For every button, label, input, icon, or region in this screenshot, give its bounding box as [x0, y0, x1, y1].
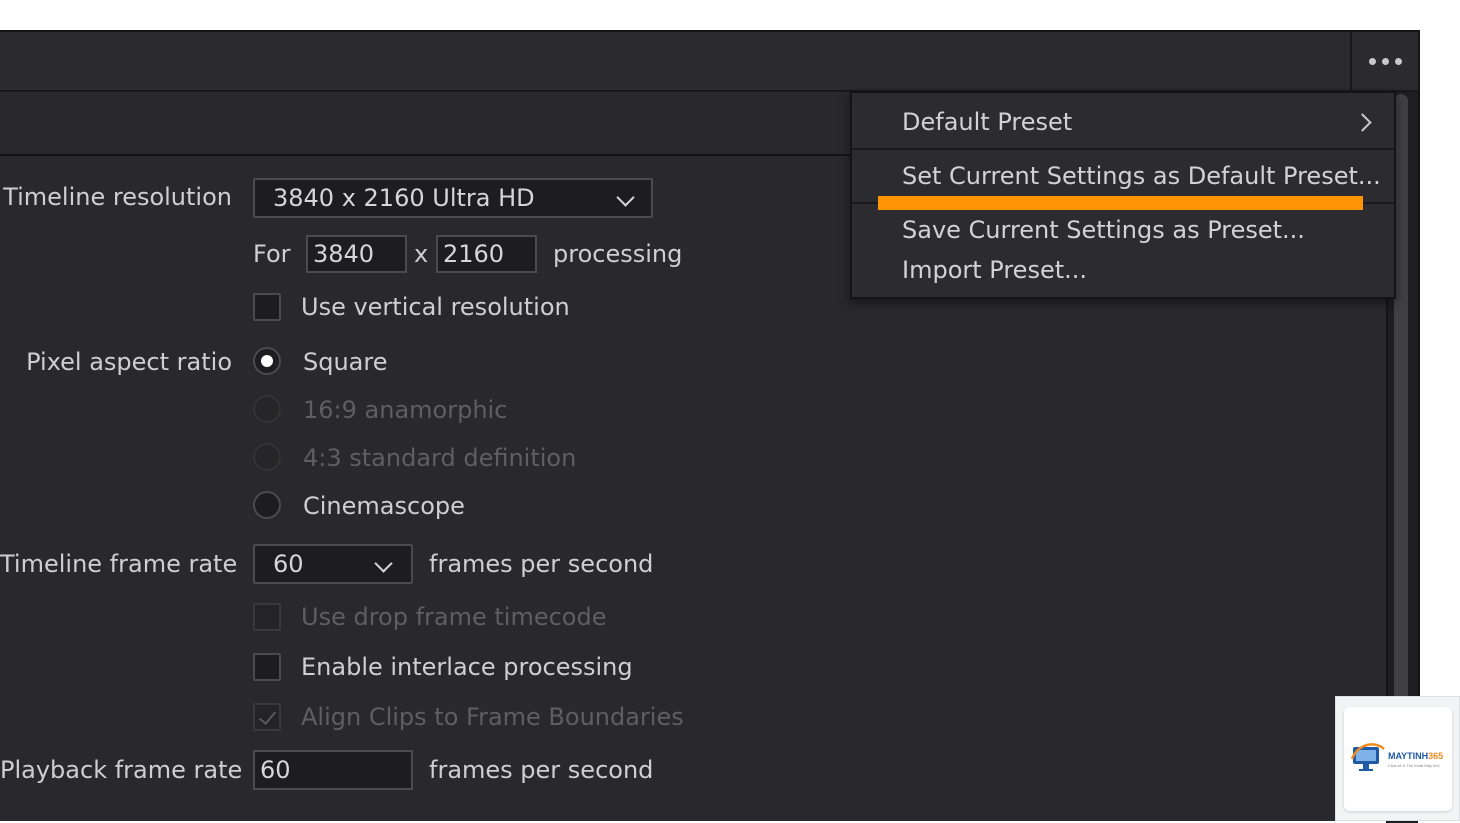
standard-definition-radio [253, 443, 281, 471]
drop-frame-checkbox [253, 603, 281, 631]
anamorphic-label: 16:9 anamorphic [303, 396, 508, 424]
more-dot [1381, 57, 1389, 65]
menu-separator [852, 148, 1394, 150]
anamorphic-radio [253, 395, 281, 423]
x-label: x [414, 240, 429, 268]
square-label: Square [303, 348, 388, 376]
resolution-height-field[interactable]: 2160 [436, 235, 537, 273]
menu-item-default-preset[interactable]: Default Preset [902, 108, 1072, 136]
timeline-frame-rate-label: Timeline frame rate [0, 550, 238, 578]
resolution-width-field[interactable]: 3840 [306, 235, 407, 273]
watermark-card: MAYTINH365 Chia sẻ & Thủ thuật Máy tính [1344, 707, 1452, 811]
timeline-resolution-label: Timeline resolution [3, 183, 232, 211]
title-bar [0, 32, 1418, 92]
interlace-checkbox[interactable] [253, 653, 281, 681]
align-clips-checkbox [253, 703, 281, 731]
interlace-label: Enable interlace processing [301, 653, 633, 681]
cinemascope-label: Cinemascope [303, 492, 465, 520]
cinemascope-radio[interactable] [253, 491, 281, 519]
standard-definition-label: 4:3 standard definition [303, 444, 577, 472]
chevron-down-icon [374, 554, 393, 573]
monitor-logo-icon [1350, 743, 1385, 771]
checkmark-icon [258, 706, 277, 726]
menu-item-save-preset[interactable]: Save Current Settings as Preset... [902, 216, 1305, 244]
menu-item-import-preset[interactable]: Import Preset... [902, 256, 1087, 284]
more-dot [1394, 57, 1402, 65]
brand-main: MAYTINH [1388, 751, 1429, 761]
vertical-resolution-checkbox[interactable] [253, 293, 281, 321]
drop-frame-label: Use drop frame timecode [301, 603, 607, 631]
more-horizontal-icon [1368, 57, 1376, 65]
frame-rate-unit: frames per second [429, 550, 654, 578]
chevron-down-icon [616, 188, 635, 207]
for-label: For [253, 240, 291, 268]
playback-frame-rate-unit: frames per second [429, 756, 654, 784]
square-radio[interactable] [253, 347, 281, 375]
frame-rate-value: 60 [273, 550, 304, 578]
playback-frame-rate-label: Playback frame rate [0, 756, 243, 784]
watermark-logo: MAYTINH365 Chia sẻ & Thủ thuật Máy tính [1335, 696, 1460, 821]
watermark-brand: MAYTINH365 [1388, 751, 1443, 761]
frame-rate-dropdown[interactable]: 60 [253, 544, 413, 584]
timeline-resolution-value: 3840 x 2160 Ultra HD [273, 184, 535, 212]
playback-frame-rate-field[interactable]: 60 [253, 750, 413, 790]
processing-label: processing [553, 240, 683, 268]
annotation-highlight-bar [878, 196, 1363, 210]
align-clips-label: Align Clips to Frame Boundaries [301, 703, 684, 731]
chevron-right-icon [1353, 113, 1372, 132]
options-menu: Default Preset Set Current Settings as D… [850, 91, 1396, 299]
vertical-resolution-label: Use vertical resolution [301, 293, 570, 321]
more-options-button[interactable] [1350, 32, 1418, 90]
timeline-resolution-dropdown[interactable]: 3840 x 2160 Ultra HD [253, 178, 653, 218]
pixel-aspect-ratio-label: Pixel aspect ratio [26, 348, 232, 376]
brand-accent: 365 [1428, 751, 1444, 761]
watermark-tagline: Chia sẻ & Thủ thuật Máy tính [1388, 763, 1440, 768]
menu-item-set-default-preset[interactable]: Set Current Settings as Default Preset..… [902, 162, 1381, 190]
